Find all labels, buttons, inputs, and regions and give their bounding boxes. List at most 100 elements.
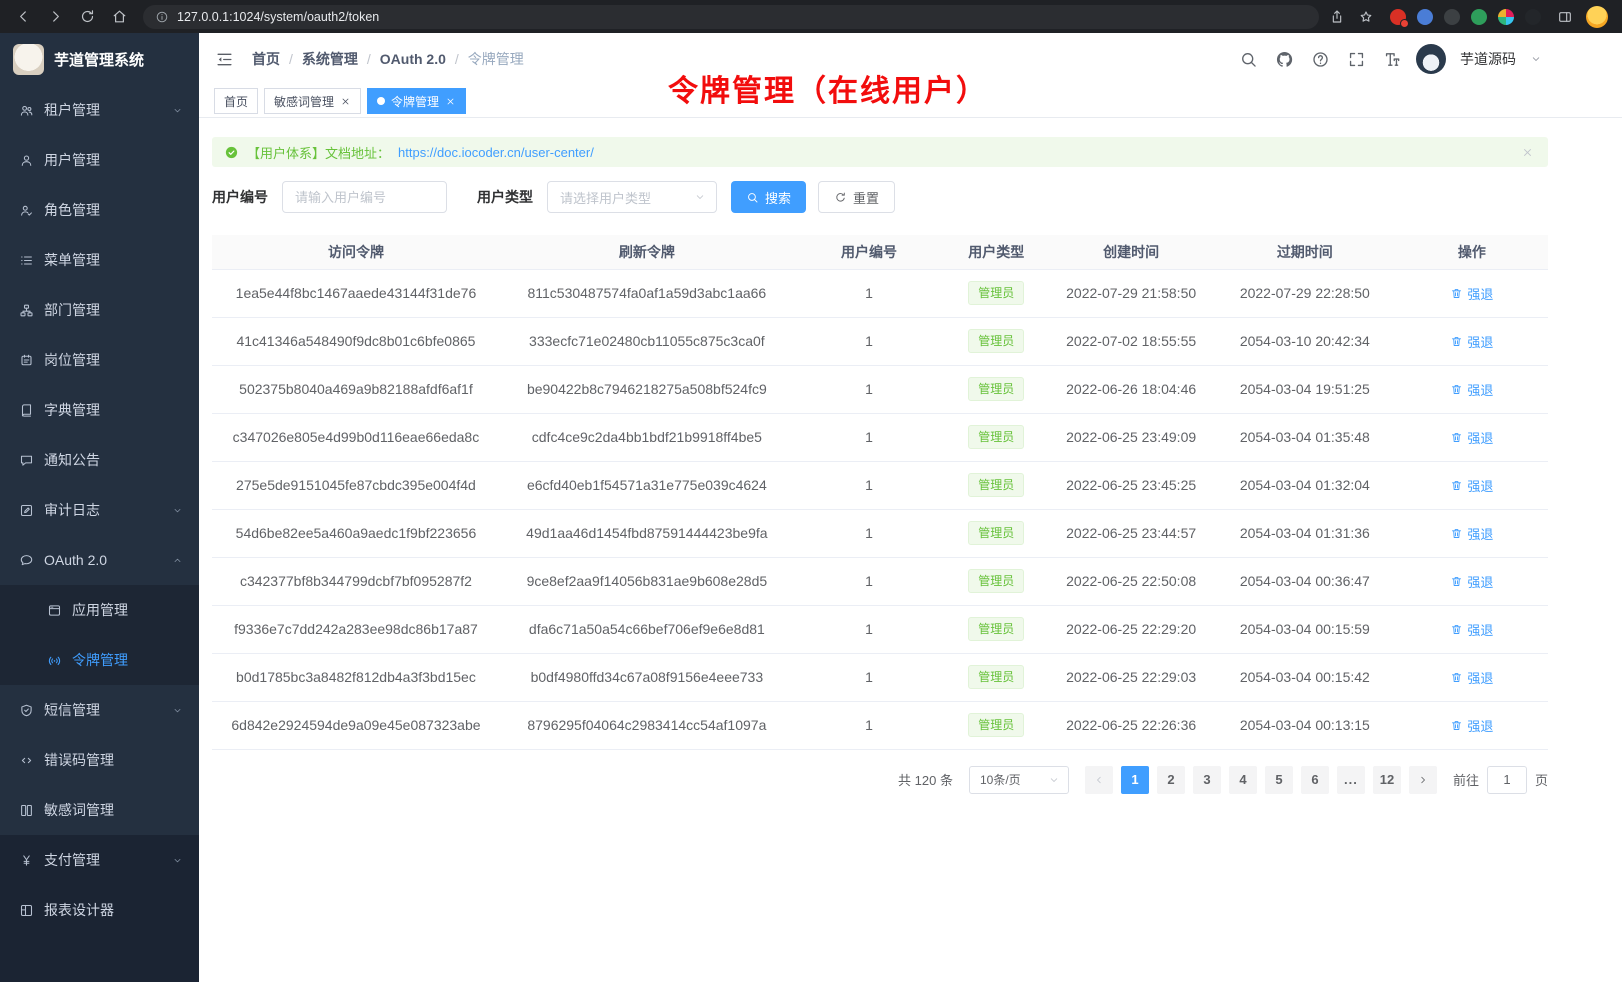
page-button-6[interactable]: 6 (1301, 766, 1329, 794)
page-size-select[interactable]: 10条/页 (969, 766, 1069, 794)
user-type-cell: 管理员 (944, 653, 1048, 701)
github-icon[interactable] (1275, 50, 1294, 69)
page-button-3[interactable]: 3 (1193, 766, 1221, 794)
sidebar-item-audit[interactable]: 审计日志 (0, 485, 199, 535)
tab-label: 令牌管理 (391, 93, 439, 110)
prev-page-button[interactable] (1085, 766, 1113, 794)
question-icon[interactable] (1311, 50, 1330, 69)
user-avatar[interactable] (1416, 44, 1446, 74)
access-token-cell: 275e5de9151045fe87cbdc395e004f4d (212, 461, 500, 509)
extension-icon-green[interactable] (1471, 9, 1487, 25)
tab-home[interactable]: 首页 (214, 88, 258, 114)
breadcrumb-item[interactable]: 首页 (252, 49, 302, 69)
user-id-cell: 1 (794, 605, 944, 653)
sidebar-item-pay[interactable]: 支付管理 (0, 835, 199, 885)
alert-doc-link[interactable]: https://doc.iocoder.cn/user-center/ (398, 145, 594, 160)
user-type-select[interactable]: 请选择用户类型 (547, 181, 717, 213)
page-button-2[interactable]: 2 (1157, 766, 1185, 794)
extension-icon-red[interactable] (1390, 9, 1406, 25)
page-ellipsis[interactable]: ... (1337, 766, 1365, 794)
sidebar-item-sms[interactable]: 短信管理 (0, 685, 199, 735)
collapse-menu-icon[interactable] (215, 50, 234, 69)
force-logout-button[interactable]: 强退 (1450, 572, 1493, 591)
menu-list-icon (19, 253, 34, 268)
search-icon[interactable] (1239, 50, 1258, 69)
trash-icon (1450, 719, 1463, 732)
goto-page-input[interactable] (1487, 766, 1527, 794)
sidebar-item-sensitive[interactable]: 敏感词管理 (0, 785, 199, 835)
sidebar-item-dept[interactable]: 部门管理 (0, 285, 199, 335)
user-id-cell: 1 (794, 269, 944, 317)
search-icon (746, 191, 759, 204)
breadcrumb-item[interactable]: OAuth 2.0 (380, 51, 468, 67)
browser-back-icon[interactable] (15, 8, 32, 25)
close-tab-icon[interactable] (445, 96, 456, 107)
chevron-down-icon[interactable] (1530, 53, 1542, 65)
sidebar-item-post[interactable]: 岗位管理 (0, 335, 199, 385)
sidebar-item-report[interactable]: 报表设计器 (0, 885, 199, 935)
extension-icon-paw[interactable] (1525, 9, 1541, 25)
bookmark-star-icon[interactable] (1358, 9, 1374, 25)
sidebar-item-token[interactable]: 令牌管理 (0, 635, 199, 685)
extension-icon-dark-globe[interactable] (1444, 9, 1460, 25)
extension-icon-pinwheel[interactable] (1498, 9, 1514, 25)
force-logout-button[interactable]: 强退 (1450, 620, 1493, 639)
force-logout-button[interactable]: 强退 (1450, 476, 1493, 495)
sidebar-item-errcode[interactable]: 错误码管理 (0, 735, 199, 785)
force-logout-button[interactable]: 强退 (1450, 428, 1493, 447)
sidebar-item-label: 菜单管理 (44, 250, 183, 270)
sidebar-panel-icon[interactable] (1557, 9, 1573, 25)
expire-time-cell: 2054-03-04 00:36:47 (1214, 557, 1396, 605)
action-cell: 强退 (1396, 461, 1548, 509)
fullscreen-icon[interactable] (1347, 50, 1366, 69)
browser-profile-avatar[interactable] (1586, 6, 1608, 28)
sidebar-item-oauth2[interactable]: OAuth 2.0 (0, 535, 199, 585)
sidebar-item-user[interactable]: 用户管理 (0, 135, 199, 185)
breadcrumb-item[interactable]: 系统管理 (302, 49, 380, 69)
page-button-4[interactable]: 4 (1229, 766, 1257, 794)
app: 芋道管理系统 租户管理 用户管理 角色管理 菜单管理 部门管理 岗位管理 字典管… (0, 33, 1622, 982)
close-tab-icon[interactable] (340, 96, 351, 107)
force-logout-button[interactable]: 强退 (1450, 668, 1493, 687)
page-button-1[interactable]: 1 (1121, 766, 1149, 794)
trash-icon (1450, 383, 1463, 396)
force-logout-button[interactable]: 强退 (1450, 380, 1493, 399)
close-alert-icon[interactable] (1521, 146, 1534, 159)
next-page-button[interactable] (1409, 766, 1437, 794)
user-id-input[interactable] (282, 181, 447, 213)
action-cell: 强退 (1396, 653, 1548, 701)
extension-icon-blue[interactable] (1417, 9, 1433, 25)
sidebar-item-menu[interactable]: 菜单管理 (0, 235, 199, 285)
force-logout-button[interactable]: 强退 (1450, 332, 1493, 351)
search-button[interactable]: 搜索 (731, 181, 806, 213)
font-size-icon[interactable] (1383, 50, 1402, 69)
sidebar-item-notice[interactable]: 通知公告 (0, 435, 199, 485)
tab-token[interactable]: 令牌管理 (367, 88, 466, 114)
user-type-cell: 管理员 (944, 317, 1048, 365)
sidebar-item-app[interactable]: 应用管理 (0, 585, 199, 635)
reset-button[interactable]: 重置 (818, 181, 895, 213)
column-header: 过期时间 (1214, 235, 1396, 269)
breadcrumb-item[interactable]: 令牌管理 (468, 49, 524, 69)
url-bar[interactable]: 127.0.0.1:1024/system/oauth2/token (143, 5, 1319, 29)
browser-reload-icon[interactable] (79, 8, 96, 25)
page-unit-label: 页 (1535, 770, 1548, 789)
chevron-right-icon (1417, 774, 1429, 786)
share-icon[interactable] (1329, 9, 1345, 25)
force-logout-button[interactable]: 强退 (1450, 524, 1493, 543)
sidebar-item-dict[interactable]: 字典管理 (0, 385, 199, 435)
browser-home-icon[interactable] (111, 8, 128, 25)
chevron-up-icon (172, 555, 183, 566)
page-button-12[interactable]: 12 (1373, 766, 1401, 794)
user-name[interactable]: 芋道源码 (1460, 49, 1516, 69)
force-logout-button[interactable]: 强退 (1450, 284, 1493, 303)
force-logout-button[interactable]: 强退 (1450, 716, 1493, 735)
page-button-5[interactable]: 5 (1265, 766, 1293, 794)
table-header: 访问令牌刷新令牌用户编号用户类型创建时间过期时间操作 (212, 235, 1548, 269)
sidebar-item-role[interactable]: 角色管理 (0, 185, 199, 235)
trash-icon (1450, 287, 1463, 300)
browser-forward-icon[interactable] (47, 8, 64, 25)
sidebar-item-tenant[interactable]: 租户管理 (0, 85, 199, 135)
force-logout-label: 强退 (1467, 620, 1493, 639)
tab-sensitive[interactable]: 敏感词管理 (264, 88, 361, 114)
